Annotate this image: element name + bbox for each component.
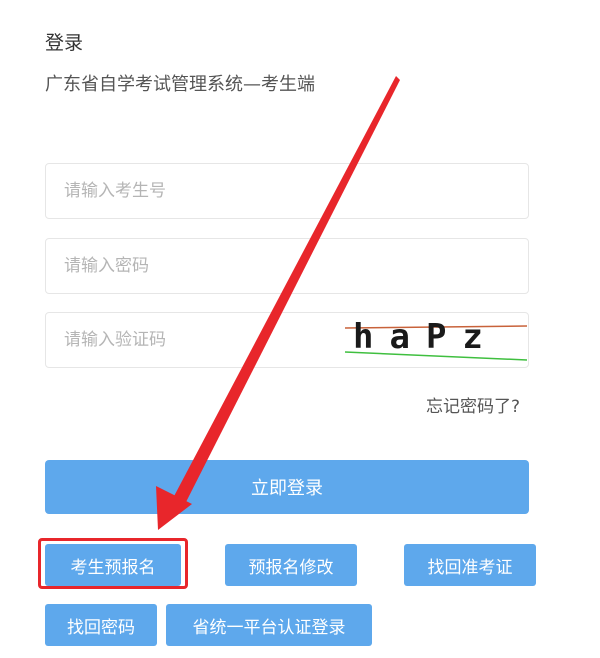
candidate-id-input[interactable] [46, 164, 528, 218]
captcha-input[interactable] [46, 313, 346, 367]
pre-register-button[interactable]: 考生预报名 [45, 544, 181, 586]
captcha-image[interactable]: haPz [345, 314, 527, 366]
unified-platform-login-button[interactable]: 省统一平台认证登录 [166, 604, 372, 646]
password-field [45, 238, 529, 294]
system-subtitle: 广东省自学考试管理系统—考生端 [45, 74, 315, 95]
forgot-password-link[interactable]: 忘记密码了? [426, 392, 520, 417]
candidate-id-field [45, 163, 529, 219]
password-input[interactable] [46, 239, 528, 293]
captcha-field: haPz [45, 312, 529, 368]
login-page: 登录 广东省自学考试管理系统—考生端 haPz 忘记密码了? 立即登录 考生预报… [0, 0, 600, 658]
page-title: 登录 [45, 32, 84, 54]
captcha-graphic: haPz [345, 317, 527, 361]
retrieve-ticket-button[interactable]: 找回准考证 [404, 544, 536, 586]
captcha-text: haPz [353, 317, 499, 357]
retrieve-password-button[interactable]: 找回密码 [45, 604, 157, 646]
modify-pre-register-button[interactable]: 预报名修改 [225, 544, 357, 586]
login-button[interactable]: 立即登录 [45, 460, 529, 514]
